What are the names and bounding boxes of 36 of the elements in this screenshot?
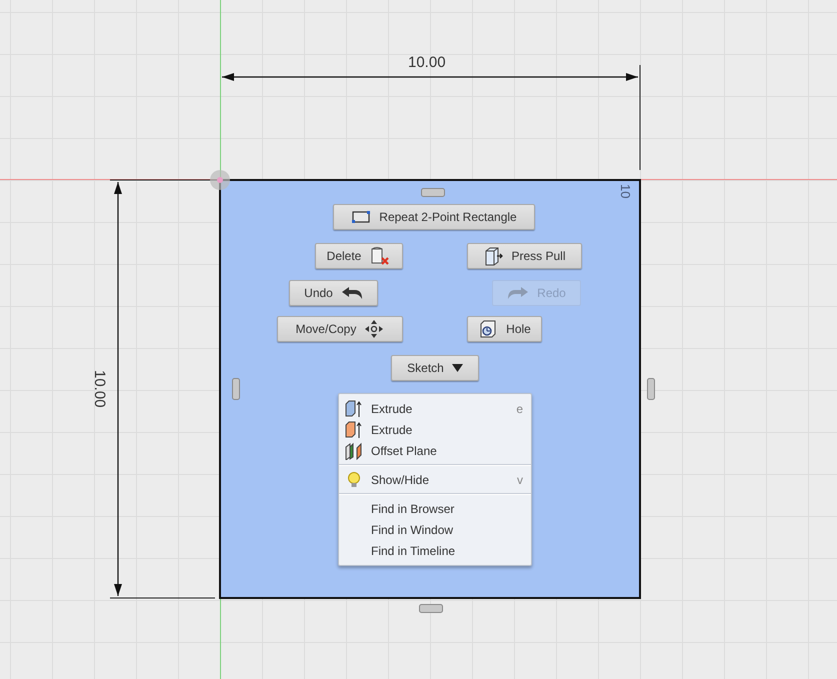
hole-icon: [478, 319, 498, 339]
press-pull-icon: [483, 246, 504, 266]
menu-button[interactable]: Repeat 2-Point Rectangle: [333, 204, 535, 230]
menu-button[interactable]: Hole: [467, 316, 542, 342]
dimension-value: 10.00: [91, 370, 108, 408]
menu-item[interactable]: Find in Browser: [339, 498, 531, 519]
rectangle-icon: [351, 210, 372, 224]
menu-button[interactable]: Sketch: [391, 355, 479, 381]
redo-arrow-icon: [507, 286, 530, 300]
caret-icon: [452, 364, 463, 372]
constraint-icon: [647, 378, 655, 400]
move-arrows-icon: [364, 319, 384, 339]
offset-plane-icon: [345, 442, 363, 460]
edge-label: 10: [618, 184, 633, 198]
menu-item[interactable]: Extrude: [339, 419, 531, 440]
lightbulb-icon: [345, 470, 363, 488]
menu-button[interactable]: Move/Copy: [277, 316, 403, 342]
constraint-icon: [419, 604, 443, 613]
menu-item[interactable]: Find in Window: [339, 519, 531, 540]
undo-arrow-icon: [340, 286, 363, 300]
extrude-icon: [345, 400, 363, 418]
shortcut-key: v: [517, 472, 523, 486]
menu-item[interactable]: Find in Timeline: [339, 540, 531, 561]
constraint-icon: [232, 378, 240, 400]
menu-item[interactable]: Extrude e: [339, 398, 531, 419]
extrude-icon: [345, 420, 363, 438]
menu-item[interactable]: Offset Plane: [339, 440, 531, 461]
menu-item[interactable]: Show/Hide v: [339, 469, 531, 490]
shortcut-key: e: [516, 402, 523, 416]
delete-icon: [369, 246, 392, 266]
menu-button[interactable]: Delete: [315, 243, 403, 269]
menu-button[interactable]: Press Pull: [467, 243, 582, 269]
dimension-value: 10.00: [408, 54, 446, 71]
constraint-icon: [421, 188, 445, 197]
menu-button[interactable]: Undo: [289, 280, 378, 306]
origin-point-icon: [209, 169, 231, 191]
